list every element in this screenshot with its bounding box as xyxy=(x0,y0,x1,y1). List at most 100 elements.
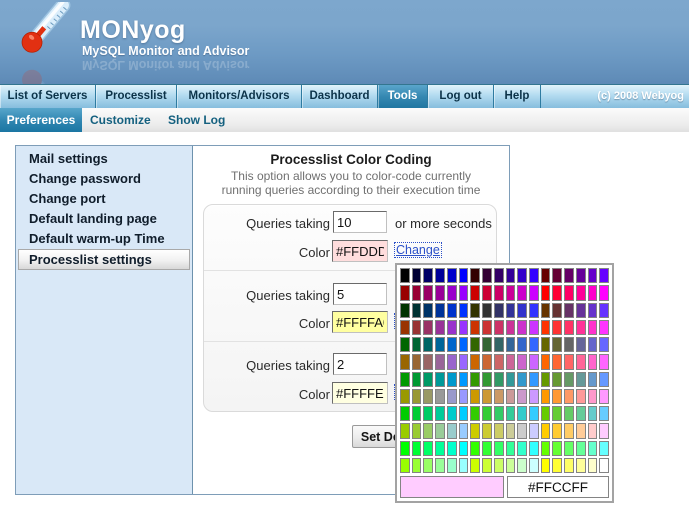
palette-swatch[interactable] xyxy=(576,354,586,369)
palette-swatch[interactable] xyxy=(494,458,504,473)
sidebar-item-processlist-settings[interactable]: Processlist settings xyxy=(18,249,190,270)
palette-swatch[interactable] xyxy=(576,285,586,300)
palette-swatch[interactable] xyxy=(588,458,598,473)
palette-swatch[interactable] xyxy=(494,389,504,404)
palette-swatch[interactable] xyxy=(529,423,539,438)
palette-swatch[interactable] xyxy=(400,320,410,335)
palette-swatch[interactable] xyxy=(599,268,609,283)
picker-hex-input[interactable] xyxy=(507,476,609,498)
palette-swatch[interactable] xyxy=(459,423,469,438)
palette-swatch[interactable] xyxy=(517,303,527,318)
color-value-input-2[interactable] xyxy=(332,311,388,333)
palette-swatch[interactable] xyxy=(423,285,433,300)
palette-swatch[interactable] xyxy=(576,320,586,335)
sidebar-item-change-port[interactable]: Change port xyxy=(29,189,106,209)
palette-swatch[interactable] xyxy=(482,406,492,421)
palette-swatch[interactable] xyxy=(482,320,492,335)
palette-swatch[interactable] xyxy=(482,354,492,369)
palette-swatch[interactable] xyxy=(541,441,551,456)
palette-swatch[interactable] xyxy=(506,406,516,421)
seconds-input-3[interactable] xyxy=(333,353,387,375)
nav-tab-dashboard[interactable]: Dashboard xyxy=(302,85,378,108)
palette-swatch[interactable] xyxy=(564,441,574,456)
sidebar-item-change-password[interactable]: Change password xyxy=(29,169,141,189)
palette-swatch[interactable] xyxy=(412,406,422,421)
palette-swatch[interactable] xyxy=(435,406,445,421)
palette-swatch[interactable] xyxy=(506,337,516,352)
palette-swatch[interactable] xyxy=(412,303,422,318)
palette-swatch[interactable] xyxy=(423,458,433,473)
palette-swatch[interactable] xyxy=(529,268,539,283)
palette-swatch[interactable] xyxy=(494,423,504,438)
palette-swatch[interactable] xyxy=(412,268,422,283)
palette-swatch[interactable] xyxy=(599,337,609,352)
palette-swatch[interactable] xyxy=(564,372,574,387)
palette-swatch[interactable] xyxy=(599,303,609,318)
palette-swatch[interactable] xyxy=(588,320,598,335)
palette-swatch[interactable] xyxy=(529,337,539,352)
palette-swatch[interactable] xyxy=(423,406,433,421)
palette-swatch[interactable] xyxy=(529,441,539,456)
palette-swatch[interactable] xyxy=(564,354,574,369)
palette-swatch[interactable] xyxy=(517,285,527,300)
palette-swatch[interactable] xyxy=(564,423,574,438)
palette-swatch[interactable] xyxy=(423,389,433,404)
palette-swatch[interactable] xyxy=(400,441,410,456)
palette-swatch[interactable] xyxy=(435,285,445,300)
palette-swatch[interactable] xyxy=(599,441,609,456)
palette-swatch[interactable] xyxy=(470,389,480,404)
palette-swatch[interactable] xyxy=(400,406,410,421)
palette-swatch[interactable] xyxy=(506,268,516,283)
palette-swatch[interactable] xyxy=(494,441,504,456)
palette-swatch[interactable] xyxy=(435,389,445,404)
palette-swatch[interactable] xyxy=(599,389,609,404)
palette-swatch[interactable] xyxy=(400,423,410,438)
palette-swatch[interactable] xyxy=(482,389,492,404)
palette-swatch[interactable] xyxy=(470,458,480,473)
palette-swatch[interactable] xyxy=(541,423,551,438)
palette-swatch[interactable] xyxy=(447,372,457,387)
palette-swatch[interactable] xyxy=(576,303,586,318)
palette-swatch[interactable] xyxy=(470,423,480,438)
palette-swatch[interactable] xyxy=(400,268,410,283)
palette-swatch[interactable] xyxy=(412,441,422,456)
palette-swatch[interactable] xyxy=(517,441,527,456)
palette-swatch[interactable] xyxy=(459,320,469,335)
palette-swatch[interactable] xyxy=(470,372,480,387)
palette-swatch[interactable] xyxy=(459,406,469,421)
palette-swatch[interactable] xyxy=(506,423,516,438)
palette-swatch[interactable] xyxy=(541,389,551,404)
palette-swatch[interactable] xyxy=(447,406,457,421)
palette-swatch[interactable] xyxy=(529,320,539,335)
palette-swatch[interactable] xyxy=(423,320,433,335)
palette-swatch[interactable] xyxy=(447,285,457,300)
palette-swatch[interactable] xyxy=(459,372,469,387)
palette-swatch[interactable] xyxy=(423,303,433,318)
palette-swatch[interactable] xyxy=(576,372,586,387)
palette-swatch[interactable] xyxy=(541,303,551,318)
palette-swatch[interactable] xyxy=(494,285,504,300)
palette-swatch[interactable] xyxy=(459,389,469,404)
palette-swatch[interactable] xyxy=(564,458,574,473)
palette-swatch[interactable] xyxy=(552,423,562,438)
palette-swatch[interactable] xyxy=(435,423,445,438)
palette-swatch[interactable] xyxy=(459,441,469,456)
palette-swatch[interactable] xyxy=(576,458,586,473)
palette-swatch[interactable] xyxy=(447,389,457,404)
palette-swatch[interactable] xyxy=(552,320,562,335)
palette-swatch[interactable] xyxy=(552,303,562,318)
subnav-tab-preferences[interactable]: Preferences xyxy=(0,108,82,132)
palette-swatch[interactable] xyxy=(482,303,492,318)
palette-swatch[interactable] xyxy=(564,337,574,352)
palette-swatch[interactable] xyxy=(435,458,445,473)
palette-swatch[interactable] xyxy=(564,285,574,300)
palette-swatch[interactable] xyxy=(482,441,492,456)
palette-swatch[interactable] xyxy=(541,337,551,352)
palette-swatch[interactable] xyxy=(599,354,609,369)
palette-swatch[interactable] xyxy=(506,285,516,300)
nav-tab-list-of-servers[interactable]: List of Servers xyxy=(0,85,96,108)
palette-swatch[interactable] xyxy=(400,285,410,300)
sidebar-item-default-landing-page[interactable]: Default landing page xyxy=(29,209,157,229)
palette-swatch[interactable] xyxy=(588,406,598,421)
palette-swatch[interactable] xyxy=(552,337,562,352)
